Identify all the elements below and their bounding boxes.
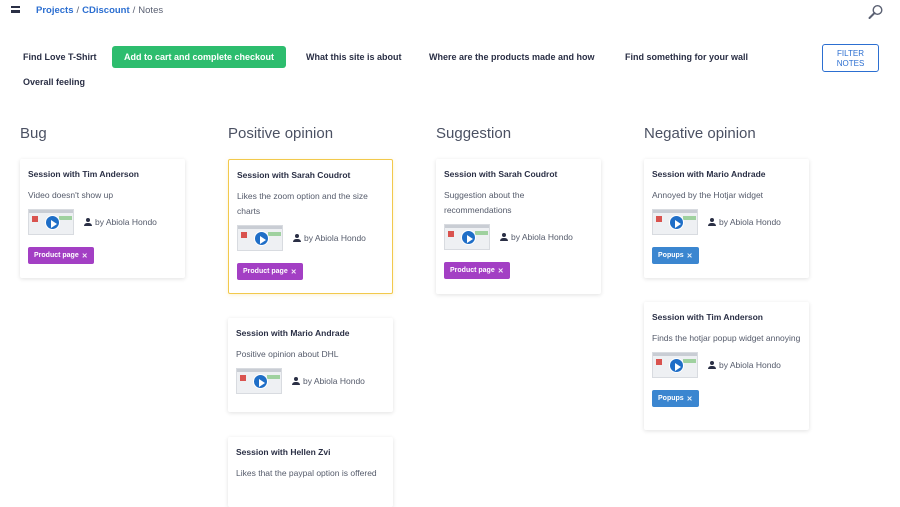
- card-author: by Abiola Hondo: [303, 376, 365, 386]
- user-icon: [293, 234, 301, 242]
- search-icon[interactable]: [868, 4, 884, 20]
- note-card[interactable]: Session with Mario Andrade Annoyed by th…: [644, 159, 809, 278]
- card-author: by Abiola Hondo: [719, 360, 781, 370]
- note-card[interactable]: Session with Sarah Coudrot Likes the zoo…: [228, 159, 393, 294]
- column-title-suggestion: Suggestion: [436, 125, 512, 142]
- tab-add-to-cart[interactable]: Add to cart and complete checkout: [112, 46, 287, 68]
- tab-products-made[interactable]: Where are the products made and how: [429, 52, 595, 62]
- play-icon: [254, 231, 269, 246]
- play-icon: [45, 215, 60, 230]
- card-title: Session with Mario Andrade: [236, 328, 350, 338]
- card-author: by Abiola Hondo: [511, 232, 573, 242]
- card-title: Session with Sarah Coudrot: [237, 170, 351, 180]
- card-note: Positive opinion about DHL: [236, 349, 339, 359]
- tag-badge[interactable]: Product page ✕: [28, 247, 94, 264]
- card-note: Video doesn't show up: [28, 190, 114, 200]
- play-icon: [461, 230, 476, 245]
- column-title-negative: Negative opinion: [644, 125, 756, 142]
- play-icon: [669, 358, 684, 373]
- remove-tag-icon[interactable]: ✕: [687, 395, 693, 403]
- card-title: Session with Hellen Zvi: [236, 447, 331, 457]
- note-card[interactable]: Session with Mario Andrade Positive opin…: [228, 318, 393, 412]
- play-icon: [669, 215, 684, 230]
- card-title: Session with Tim Anderson: [652, 312, 763, 322]
- tag-badge[interactable]: Product page ✕: [237, 263, 303, 280]
- recording-thumbnail[interactable]: [444, 224, 490, 250]
- tag-badge[interactable]: Product page ✕: [444, 262, 510, 279]
- remove-tag-icon[interactable]: ✕: [291, 268, 297, 276]
- card-note: Likes the zoom option and the size chart…: [237, 191, 368, 216]
- remove-tag-icon[interactable]: ✕: [687, 252, 693, 260]
- card-note: Suggestion about the recommendations: [444, 190, 525, 215]
- card-note: Finds the hotjar popup widget annoying: [652, 333, 801, 343]
- card-note: Likes that the paypal option is offered: [236, 468, 377, 478]
- tab-overall-feeling[interactable]: Overall feeling: [23, 77, 85, 87]
- breadcrumb: Projects / CDiscount / Notes: [36, 5, 164, 16]
- tab-find-for-wall[interactable]: Find something for your wall: [625, 52, 748, 62]
- user-icon: [708, 361, 716, 369]
- filter-notes-button[interactable]: FILTER NOTES: [822, 44, 879, 72]
- user-icon: [84, 218, 92, 226]
- note-card[interactable]: Session with Tim Anderson Finds the hotj…: [644, 302, 809, 430]
- tab-find-love-tshirt[interactable]: Find Love T-Shirt: [23, 52, 97, 62]
- card-note: Annoyed by the Hotjar widget: [652, 190, 764, 200]
- card-author: by Abiola Hondo: [719, 217, 781, 227]
- card-title: Session with Tim Anderson: [28, 169, 139, 179]
- tag-badge[interactable]: Popups ✕: [652, 247, 699, 264]
- user-icon: [500, 233, 508, 241]
- column-title-bug: Bug: [20, 125, 47, 142]
- remove-tag-icon[interactable]: ✕: [82, 252, 88, 260]
- tag-badge[interactable]: Popups ✕: [652, 390, 699, 407]
- tab-what-site-about[interactable]: What this site is about: [306, 52, 402, 62]
- recording-thumbnail[interactable]: [236, 368, 282, 394]
- user-icon: [292, 377, 300, 385]
- column-title-positive: Positive opinion: [228, 125, 334, 142]
- breadcrumb-projects-link[interactable]: Projects: [36, 5, 74, 16]
- card-title: Session with Mario Andrade: [652, 169, 766, 179]
- task-tabs: Find Love T-Shirt Add to cart and comple…: [23, 46, 803, 96]
- note-card[interactable]: Session with Tim Anderson Video doesn't …: [20, 159, 185, 278]
- breadcrumb-project-link[interactable]: CDiscount: [82, 5, 130, 16]
- user-icon: [708, 218, 716, 226]
- top-bar: Projects / CDiscount / Notes: [0, 0, 900, 24]
- breadcrumb-current: Notes: [138, 5, 164, 16]
- recording-thumbnail[interactable]: [652, 352, 698, 378]
- hamburger-menu-icon[interactable]: [11, 6, 20, 13]
- card-author: by Abiola Hondo: [304, 233, 366, 243]
- play-icon: [253, 374, 268, 389]
- recording-thumbnail[interactable]: [652, 209, 698, 235]
- card-title: Session with Sarah Coudrot: [444, 169, 558, 179]
- card-author: by Abiola Hondo: [95, 217, 157, 227]
- remove-tag-icon[interactable]: ✕: [498, 267, 504, 275]
- note-card[interactable]: Session with Sarah Coudrot Suggestion ab…: [436, 159, 601, 294]
- recording-thumbnail[interactable]: [28, 209, 74, 235]
- recording-thumbnail[interactable]: [237, 225, 283, 251]
